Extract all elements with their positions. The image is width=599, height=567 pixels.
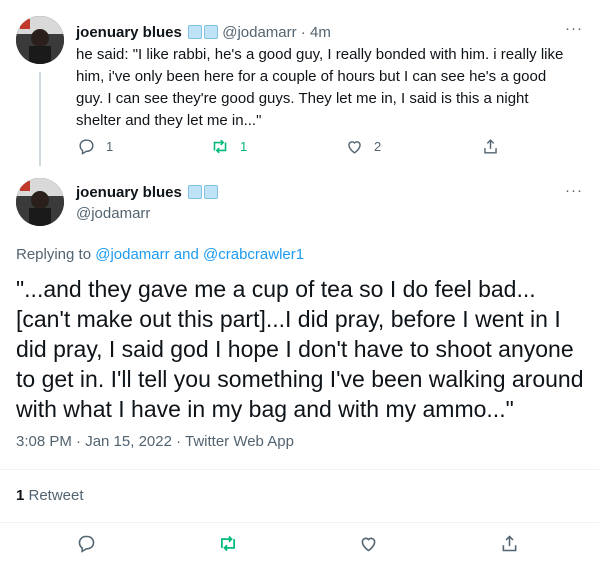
ice-cube-emoji: [188, 185, 203, 199]
retweet-button[interactable]: 1: [210, 137, 247, 156]
replying-to: Replying to @jodamarr and @crabcrawler1: [16, 246, 305, 263]
reply-count: 1: [106, 139, 114, 154]
like-button[interactable]: 2: [345, 137, 381, 156]
retweet-icon: [221, 535, 235, 552]
share-icon: [484, 139, 497, 154]
display-name[interactable]: joenuary blues: [76, 184, 182, 201]
retweet-icon: [213, 139, 227, 154]
avatar[interactable]: [16, 178, 64, 226]
tweet-header: joenuary blues @jodamarr · 4m: [76, 24, 331, 41]
reply-icon: [79, 139, 94, 155]
retweet-count: 1: [240, 139, 248, 154]
like-count: 2: [374, 139, 382, 154]
ice-cube-emoji: [204, 185, 219, 199]
handle[interactable]: @jodamarr: [76, 205, 150, 222]
avatar[interactable]: [16, 16, 64, 64]
reply-button[interactable]: [76, 533, 97, 559]
reply-icon: [78, 535, 95, 553]
tweet-timestamp[interactable]: 3:08 PM · Jan 15, 2022 · Twitter Web App: [16, 433, 294, 450]
mention-link[interactable]: @jodamarr: [95, 246, 169, 263]
share-icon: [502, 535, 517, 552]
ice-cube-emoji: [188, 25, 203, 39]
mention-link[interactable]: @crabcrawler1: [203, 246, 304, 263]
ice-cube-emoji: [204, 25, 219, 39]
timestamp[interactable]: 4m: [310, 24, 331, 41]
display-name[interactable]: joenuary blues: [76, 24, 182, 41]
like-button[interactable]: [358, 533, 379, 559]
more-icon[interactable]: ···: [565, 20, 583, 37]
like-icon: [348, 141, 361, 154]
tweet-text: "...and they gave me a cup of tea so I d…: [16, 276, 584, 422]
tweet-text: he said: "I like rabbi, he's a good guy,…: [76, 46, 564, 129]
divider: [0, 469, 599, 470]
retweet-button[interactable]: [217, 533, 239, 559]
divider: [0, 522, 599, 523]
more-icon[interactable]: ···: [565, 182, 583, 199]
share-button[interactable]: [499, 533, 520, 559]
reply-button[interactable]: 1: [77, 137, 113, 156]
share-button[interactable]: [481, 137, 500, 156]
retweet-stats[interactable]: 1 Retweet: [16, 487, 84, 504]
thread-line: [39, 72, 41, 166]
tweet-header: joenuary blues: [76, 184, 219, 201]
like-icon: [361, 537, 376, 552]
handle[interactable]: @jodamarr: [222, 24, 296, 41]
